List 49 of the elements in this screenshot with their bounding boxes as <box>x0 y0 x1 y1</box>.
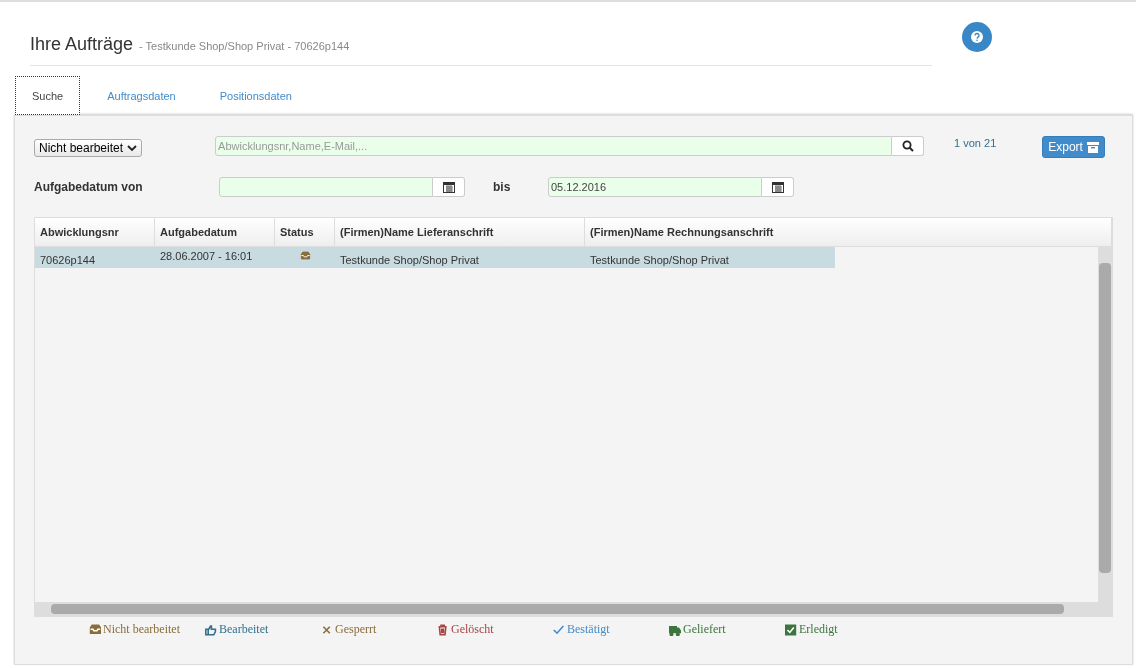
table-cell-text: 70626p144 <box>39 253 97 268</box>
horizontal-scrollbar[interactable] <box>35 602 1112 616</box>
search-field[interactable]: Abwicklungsnr,Name,E-Mail,... <box>215 136 893 156</box>
inbox-icon <box>299 251 311 260</box>
table-row[interactable]: 70626p144 28.06.2007 - 16:01 Testkunde Shop/Shop Privat Testkunde Shop/Shop Privat <box>35 247 835 268</box>
search-button[interactable] <box>892 136 925 156</box>
column-header[interactable]: (Firmen)Name Rechnungsanschrift <box>585 218 1112 246</box>
export-button[interactable]: Export <box>1042 136 1105 158</box>
checkbox-icon <box>785 623 797 636</box>
truck-icon <box>669 623 681 636</box>
table-cell-text: Testkunde Shop/Shop Privat <box>339 253 480 268</box>
help-icon[interactable] <box>962 22 992 52</box>
calendar-button[interactable] <box>433 177 465 197</box>
legend-item: Erledigt <box>785 622 901 637</box>
column-header[interactable]: Status <box>275 218 335 246</box>
calendar-icon <box>442 181 455 193</box>
legend-item: Geliefert <box>669 622 785 637</box>
date-to-label: bis <box>493 180 512 194</box>
page-subtitle: - Testkunde Shop/Shop Privat - 70626p144 <box>139 40 350 52</box>
trash-icon <box>437 623 449 636</box>
legend-item: Bearbeitet <box>205 622 321 637</box>
tab[interactable]: Auftragsdaten <box>90 76 193 115</box>
pagination-link[interactable]: 1 von 21 <box>954 137 997 149</box>
vertical-scrollbar[interactable] <box>1098 247 1112 602</box>
column-header[interactable]: (Firmen)Name Lieferanschrift <box>335 218 585 246</box>
thumb-icon <box>205 623 217 636</box>
date-from-label: Aufgabedatum von <box>34 180 144 194</box>
check-icon <box>553 623 565 636</box>
search-icon <box>901 140 914 152</box>
archive-box-icon <box>1086 141 1099 153</box>
legend-item: Nicht bearbeitet <box>89 622 205 637</box>
page-title: Ihre Aufträge <box>30 34 134 55</box>
cross-icon <box>321 623 333 636</box>
tab[interactable]: Suche <box>15 76 81 115</box>
status-select[interactable]: Nicht bearbeitet <box>34 139 143 157</box>
table-cell-text: Testkunde Shop/Shop Privat <box>589 253 730 268</box>
legend-item: Gesperrt <box>321 622 437 637</box>
calendar-button[interactable] <box>762 177 794 197</box>
calendar-icon <box>771 181 784 193</box>
date-to-field[interactable]: 05.12.2016 <box>548 177 762 197</box>
date-from-field[interactable] <box>219 177 433 197</box>
column-header[interactable]: Aufgabedatum <box>155 218 275 246</box>
tab[interactable]: Positionsdaten <box>202 76 309 115</box>
legend-item: Gelöscht <box>437 622 553 637</box>
table-cell-text: 28.06.2007 - 16:01 <box>159 249 254 264</box>
chevron-down-icon <box>127 144 138 152</box>
inbox-icon <box>89 623 101 636</box>
column-header[interactable]: Abwicklungsnr <box>35 218 155 246</box>
legend-item: Bestätigt <box>553 622 669 637</box>
